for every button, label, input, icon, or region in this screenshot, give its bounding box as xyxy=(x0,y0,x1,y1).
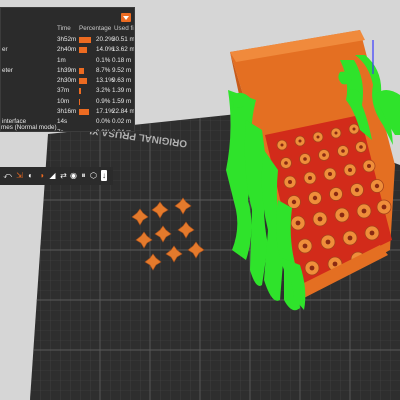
row-time: 3h52m xyxy=(57,36,77,43)
row-percent: 0.0% xyxy=(96,118,111,126)
row-percent: 0.0% xyxy=(96,129,110,131)
percentage-bar xyxy=(79,109,90,116)
stats-row: 2h30m 13.1% 9.63 m xyxy=(1,76,134,86)
stats-row: er 2h40m 14.0% 13.62 m xyxy=(1,45,134,55)
row-length: 13.62 m xyxy=(112,46,135,54)
row-time: 1m xyxy=(57,56,66,64)
retractions-icon[interactable]: ◐ xyxy=(25,170,36,181)
row-time: 37m xyxy=(57,87,70,95)
row-length: 1.59 m xyxy=(112,97,132,105)
row-label: eter xyxy=(2,66,13,74)
percentage-bar xyxy=(79,88,81,95)
row-time: 2h30m xyxy=(57,77,77,85)
percentage-bar xyxy=(79,47,88,54)
percentage-bar xyxy=(79,67,85,74)
travel-icon[interactable]: ⤺ xyxy=(2,170,13,181)
used-filament-column-header: Used filament xyxy=(114,25,134,32)
row-label: er xyxy=(2,46,8,54)
stats-footer: mes (Normal mode) xyxy=(1,124,57,131)
percentage-column-header: Percentage xyxy=(79,25,112,32)
row-length: 9.63 m xyxy=(112,77,132,85)
row-length: 30.51 m xyxy=(112,36,135,43)
row-time: 14s xyxy=(57,118,68,126)
row-time: 3h16m xyxy=(57,108,77,116)
row-time: 1h39m xyxy=(57,66,77,74)
row-time: 10m xyxy=(57,97,70,105)
stats-rows: 3h52m 20.2% 30.51 m er 2h40m 14.0% 13.62 m 1m 0.… xyxy=(1,35,134,131)
row-length: 0.18 m xyxy=(112,56,132,64)
row-length: 9.52 m xyxy=(112,66,132,74)
stats-row: 1m 0.1% 0.18 m xyxy=(1,56,134,66)
tool-marker-icon[interactable]: ↓ xyxy=(101,170,107,181)
stats-row: 3h16m 17.1% 22.84 m xyxy=(1,107,134,117)
deretractions-icon[interactable]: ◑ xyxy=(36,170,47,181)
row-length: 1.39 m xyxy=(112,87,132,95)
legend-toolbar: ⤺ ⇲ ◐ ◑ ◢ ⇄ ◉ ⏸ ⬡ ↓ xyxy=(0,167,113,185)
row-time: 7s xyxy=(57,129,64,131)
percentage-bar xyxy=(79,37,92,43)
row-percent: 0.9% xyxy=(96,97,111,105)
row-percent: 3.2% xyxy=(96,87,111,95)
collapse-button[interactable] xyxy=(121,13,131,22)
percentage-bar xyxy=(79,78,87,85)
stats-row: 37m 3.2% 1.39 m xyxy=(1,86,134,96)
stats-header xyxy=(1,8,134,25)
row-percent: 8.7% xyxy=(96,66,111,74)
wipe-icon[interactable]: ⇲ xyxy=(14,170,25,181)
row-length: 22.84 m xyxy=(112,108,135,116)
row-time: 2h40m xyxy=(57,46,77,54)
seams-icon[interactable]: ◢ xyxy=(47,170,58,181)
stats-row: eter 1h39m 8.7% 9.52 m xyxy=(1,66,134,76)
time-column-header: Time xyxy=(57,25,71,32)
row-length: 0.02 m xyxy=(112,118,132,126)
gcode-stats-panel: Time Percentage Used filament 3h52m20.2%… xyxy=(0,7,135,132)
row-length: 0.04 m xyxy=(112,129,131,131)
stats-row: 10m 0.9% 1.59 m xyxy=(1,97,134,107)
stats-row: 3h52m 20.2% 30.51 m xyxy=(1,35,134,45)
percentage-bar xyxy=(79,98,80,105)
shells-icon[interactable]: ⬡ xyxy=(88,170,99,181)
row-percent: 0.1% xyxy=(96,56,111,64)
